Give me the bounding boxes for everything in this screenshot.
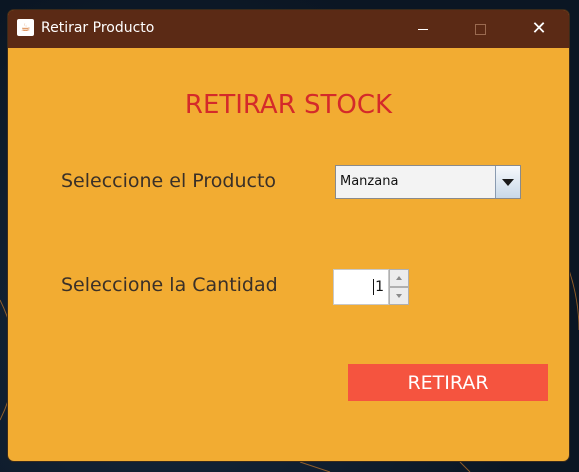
text-caret	[373, 279, 375, 295]
cantidad-value: 1	[375, 279, 384, 295]
cantidad-label: Seleccione la Cantidad	[61, 274, 278, 296]
window-title: Retirar Producto	[41, 20, 155, 36]
retirar-button[interactable]: RETIRAR	[348, 364, 548, 401]
increment-button[interactable]	[389, 269, 409, 287]
retirar-producto-window: ☕ Retirar Producto ✕ RETIRAR STOCK Selec…	[8, 10, 569, 461]
decrement-button[interactable]	[389, 287, 409, 305]
java-cup-icon: ☕	[17, 19, 34, 36]
minimize-icon	[418, 29, 428, 30]
chevron-down-icon	[502, 179, 514, 186]
minimize-button[interactable]	[400, 10, 446, 48]
cantidad-spinner[interactable]: 1	[333, 269, 409, 305]
maximize-button[interactable]	[457, 10, 503, 48]
title-bar[interactable]: ☕ Retirar Producto ✕	[8, 10, 569, 48]
desktop-background: ☕ Retirar Producto ✕ RETIRAR STOCK Selec…	[0, 0, 579, 472]
close-icon: ✕	[531, 18, 547, 39]
producto-selected-value: Manzana	[340, 174, 399, 189]
producto-label: Seleccione el Producto	[61, 170, 277, 192]
dropdown-arrow-button[interactable]	[495, 166, 520, 198]
cantidad-input[interactable]: 1	[333, 269, 389, 305]
producto-dropdown[interactable]: Manzana	[335, 165, 521, 199]
page-title: RETIRAR STOCK	[184, 90, 393, 120]
close-button[interactable]: ✕	[516, 10, 562, 48]
arrow-up-icon	[396, 276, 402, 280]
maximize-icon	[474, 24, 486, 35]
arrow-down-icon	[396, 294, 402, 298]
